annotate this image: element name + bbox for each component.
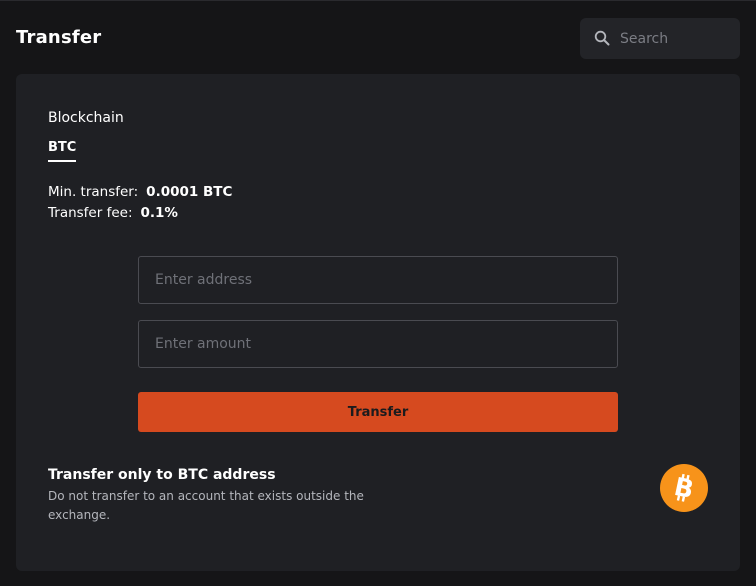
search-icon [594, 30, 610, 46]
page-title: Transfer [16, 27, 102, 48]
notice-title: Transfer only to BTC address [48, 467, 276, 483]
min-transfer-value: 0.0001 BTC [146, 184, 233, 200]
transfer-fee-row: Transfer fee: 0.1% [48, 205, 178, 221]
search-box[interactable] [580, 18, 740, 59]
amount-input[interactable] [138, 320, 618, 368]
address-input[interactable] [138, 256, 618, 304]
bitcoin-icon: B [660, 464, 708, 512]
transfer-fee-value: 0.1% [140, 205, 178, 221]
search-input[interactable] [620, 18, 732, 59]
min-transfer-label: Min. transfer: [48, 184, 139, 200]
app-window: Transfer Blockchain BTC Min. transfer:0.… [0, 0, 756, 586]
min-transfer-row: Min. transfer: 0.0001 BTC [48, 184, 232, 200]
tab-btc[interactable]: BTC [48, 140, 77, 162]
transfer-fee-label: Transfer fee: [48, 205, 133, 221]
notice-text: Do not transfer to an account that exist… [48, 489, 364, 522]
transfer-button[interactable]: Transfer [138, 392, 618, 432]
blockchain-label: Blockchain [48, 110, 124, 126]
transfer-card: Blockchain BTC Min. transfer: 0.0001 BTC … [16, 74, 740, 571]
